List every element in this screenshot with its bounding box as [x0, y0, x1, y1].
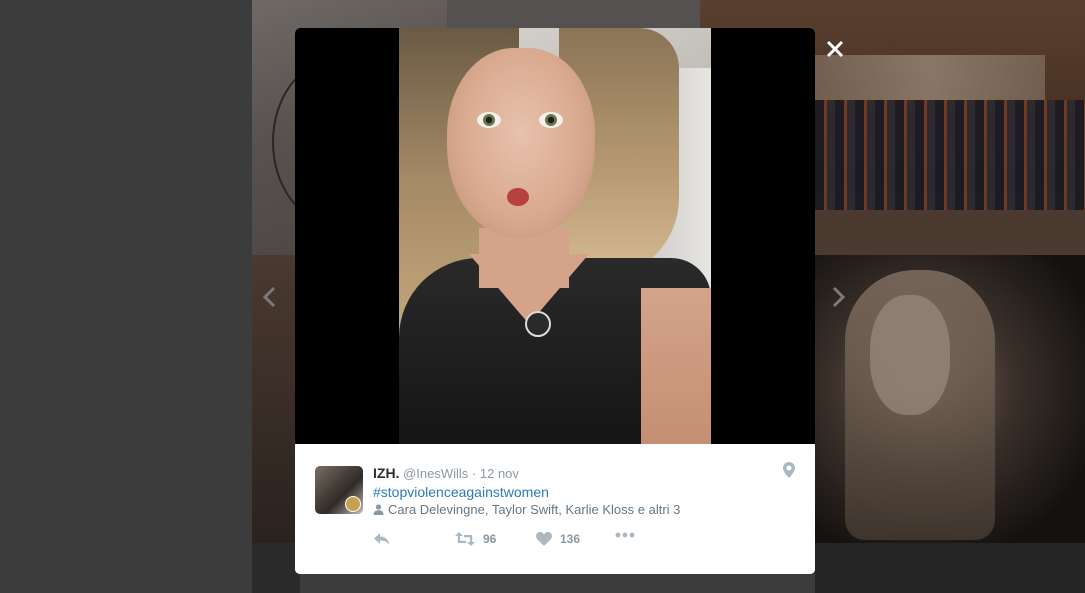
reply-icon: [374, 533, 390, 545]
previous-media-button[interactable]: [262, 285, 276, 314]
background-photo-tile: [252, 255, 300, 543]
media-viewer: [295, 28, 815, 444]
background-photo-tile: [447, 0, 700, 28]
tweet-header: IZH. @InesWills · 12 nov: [373, 465, 519, 481]
tagged-users-text: Cara Delevingne, Taylor Swift, Karlie Kl…: [388, 502, 681, 517]
author-handle[interactable]: @InesWills: [403, 466, 468, 481]
media-lightbox: IZH. @InesWills · 12 nov #stopviolenceag…: [295, 28, 815, 574]
like-button[interactable]: 136: [536, 532, 580, 546]
like-count: 136: [560, 532, 581, 546]
avatar-badge: [345, 496, 361, 512]
tagged-users[interactable]: Cara Delevingne, Taylor Swift, Karlie Kl…: [373, 502, 680, 517]
ribbon-pin: [525, 311, 551, 337]
user-icon: [373, 504, 384, 515]
chevron-right-icon: [832, 286, 846, 308]
background-photo-tile: [252, 543, 300, 593]
avatar[interactable]: [315, 466, 363, 514]
hashtag-link[interactable]: #stopviolenceagainstwomen: [373, 484, 549, 500]
separator-dot: ·: [471, 466, 477, 481]
retweet-button[interactable]: 96: [455, 532, 496, 546]
next-media-button[interactable]: [832, 285, 846, 314]
close-icon: [826, 40, 844, 58]
chevron-left-icon: [262, 286, 276, 308]
tweet-timestamp[interactable]: 12 nov: [480, 466, 519, 481]
background-photo-tile: [815, 543, 1085, 593]
location-pin-icon[interactable]: [783, 462, 795, 478]
author-name[interactable]: IZH.: [373, 465, 399, 481]
more-options-button[interactable]: [615, 532, 635, 538]
retweet-count: 96: [483, 532, 497, 546]
close-button[interactable]: [822, 36, 848, 62]
reply-button[interactable]: [373, 532, 391, 546]
retweet-icon: [455, 532, 475, 546]
tweet-photo[interactable]: [399, 28, 711, 444]
background-photo-tile: [815, 255, 1085, 543]
more-dots-icon: [615, 532, 635, 538]
tweet-details: IZH. @InesWills · 12 nov #stopviolenceag…: [295, 444, 815, 574]
heart-icon: [536, 532, 552, 546]
